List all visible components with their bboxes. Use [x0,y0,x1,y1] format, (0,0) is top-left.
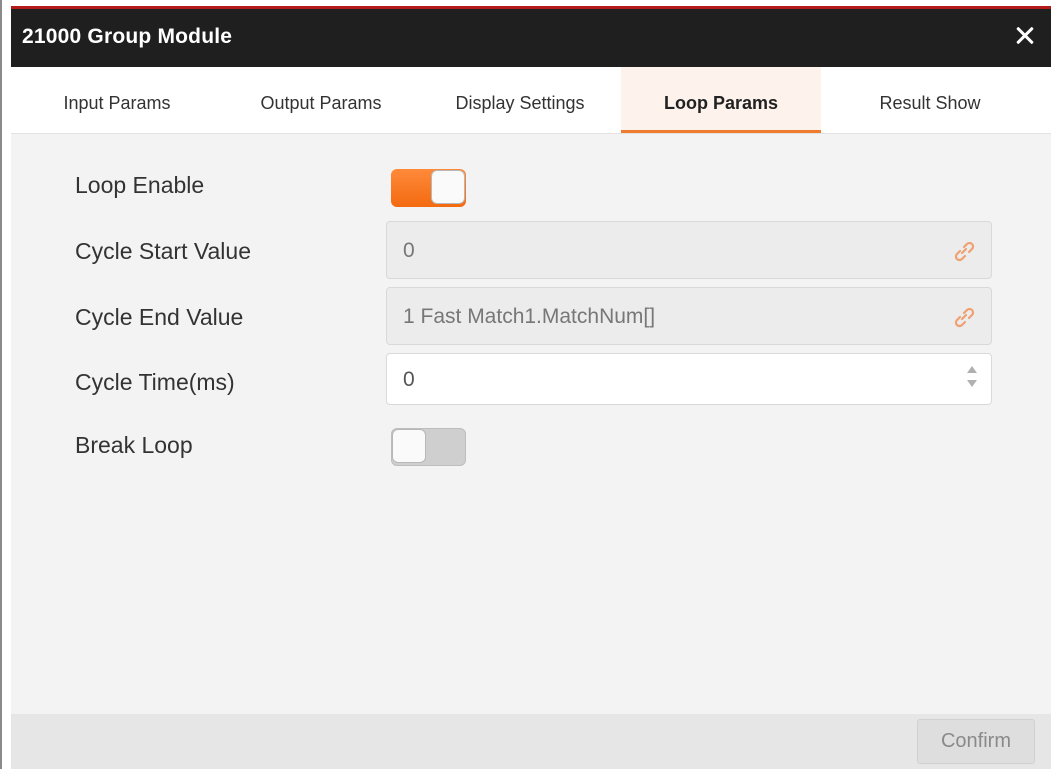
cycle-time-label: Cycle Time(ms) [75,369,235,395]
cycle-start-value: 0 [403,239,415,262]
title-bar: 21000 Group Module [11,9,1051,67]
dialog-title: 21000 Group Module [22,25,233,48]
loop-enable-toggle[interactable] [391,169,466,207]
toggle-knob [392,429,426,463]
stepper-down-icon[interactable] [967,380,977,387]
cycle-time-input[interactable]: 0 [386,353,992,405]
stepper-up-icon[interactable] [967,366,977,373]
cycle-time-value: 0 [403,368,415,391]
cycle-start-label: Cycle Start Value [75,238,251,264]
cycle-time-stepper[interactable] [965,364,979,394]
cycle-end-field[interactable]: 1 Fast Match1.MatchNum[] [386,287,992,345]
break-loop-label: Break Loop [75,432,193,458]
cycle-end-value: 1 Fast Match1.MatchNum[] [403,305,656,328]
loop-enable-label: Loop Enable [75,172,205,198]
tab-input-params[interactable]: Input Params [11,67,223,133]
tab-output-params[interactable]: Output Params [223,67,419,133]
link-icon[interactable] [951,304,977,330]
confirm-button[interactable]: Confirm [917,719,1035,764]
group-module-dialog: 21000 Group Module Input Params Output P… [0,0,1059,769]
top-accent-line [2,0,1059,9]
tab-result-show[interactable]: Result Show [821,67,1039,133]
loop-params-panel: Loop Enable Cycle Start Value 0 Cycle En… [11,134,1051,714]
cycle-end-label: Cycle End Value [75,304,244,330]
close-icon[interactable] [1011,22,1039,50]
toggle-knob [431,170,465,204]
tab-display-settings[interactable]: Display Settings [419,67,621,133]
tab-loop-params[interactable]: Loop Params [621,67,821,133]
tab-bar: Input Params Output Params Display Setti… [11,67,1051,134]
cycle-start-field[interactable]: 0 [386,221,992,279]
link-icon[interactable] [951,238,977,264]
dialog-footer: Confirm [11,714,1051,769]
break-loop-toggle[interactable] [391,428,466,466]
